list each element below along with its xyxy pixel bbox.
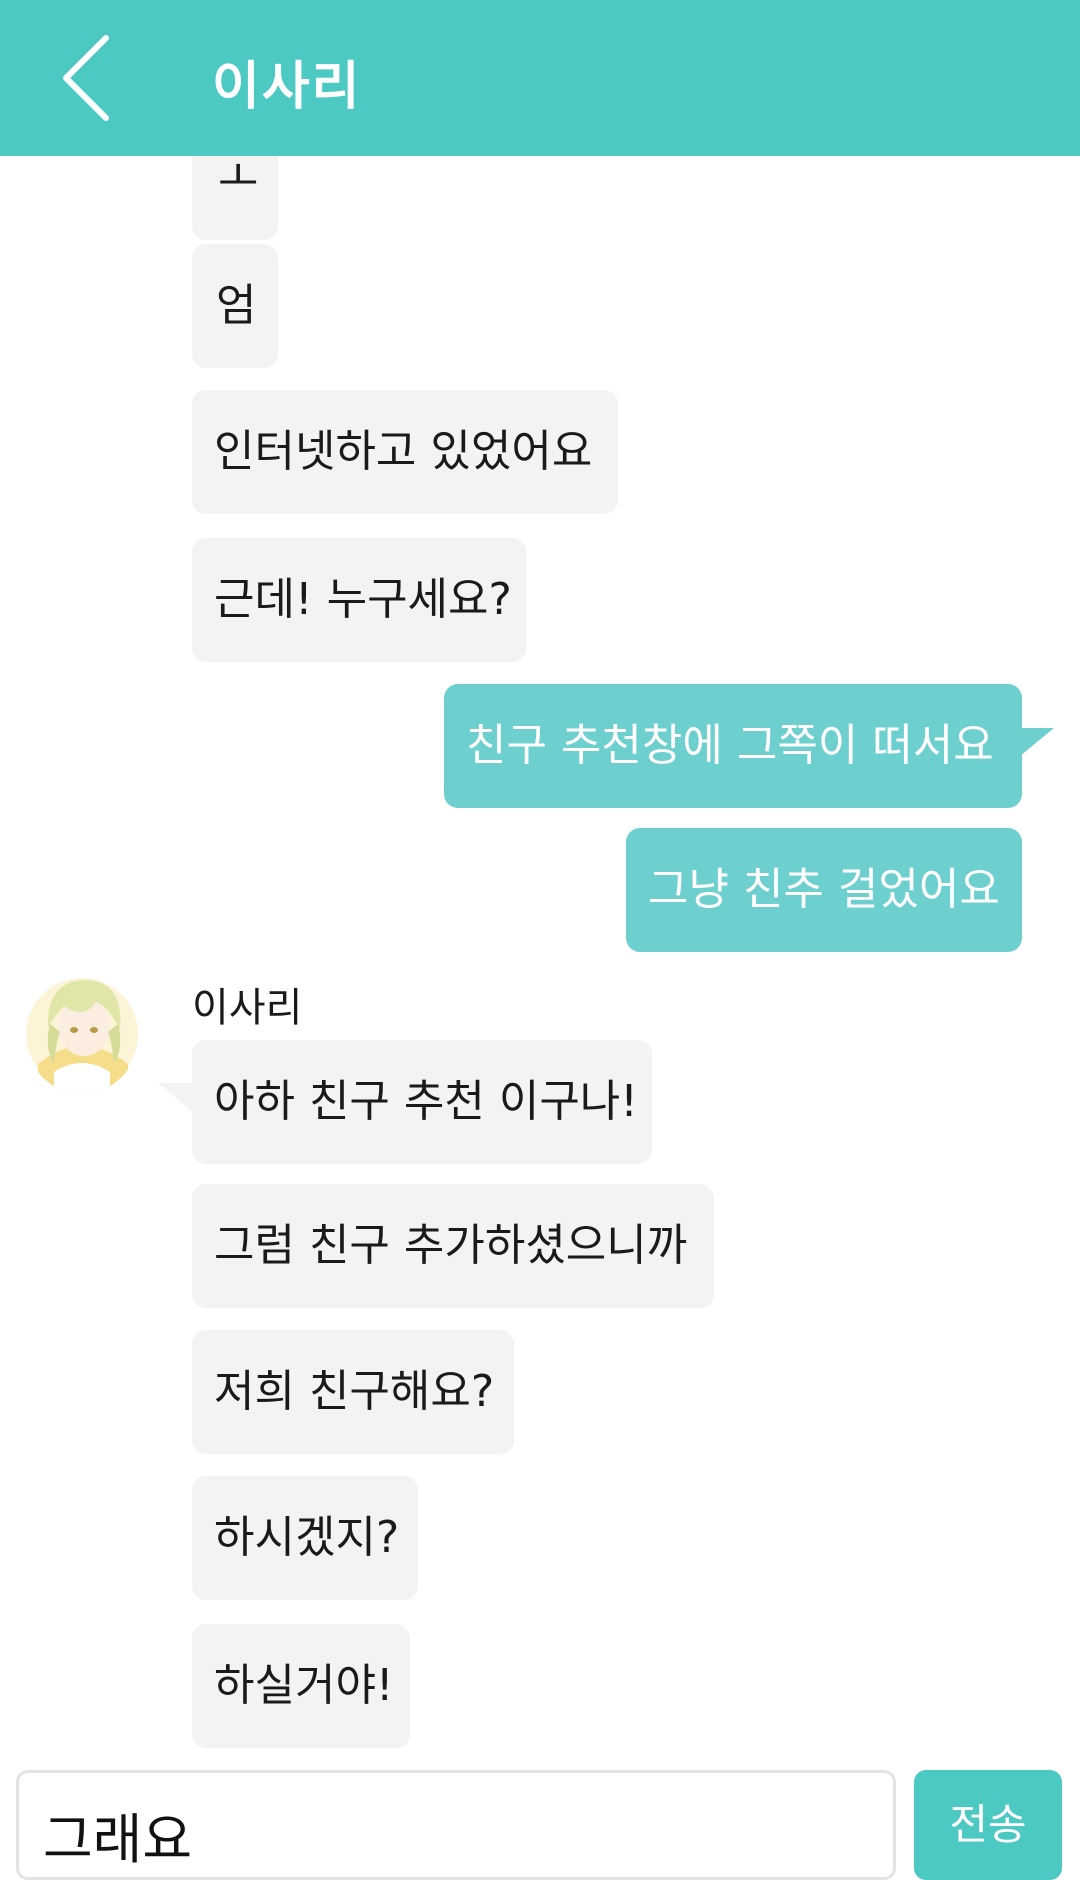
bubble-tail [158, 1083, 194, 1113]
message-bubble-outgoing: 그냥 친추 걸었어요 [626, 828, 1022, 952]
message-bubble-incoming: 저희 친구해요? [192, 1330, 514, 1454]
message-bubble-incoming: 엄 [192, 244, 278, 368]
chat-title: 이사리 [212, 57, 362, 117]
message-bubble-incoming: 인터넷하고 있었어요 [192, 390, 618, 514]
top-bar: 이사리 [0, 0, 1080, 156]
message-bubble-incoming: 아하 친구 추천 이구나! [192, 1040, 652, 1164]
message-bubble-incoming: 하실거야! [192, 1624, 410, 1748]
send-button[interactable]: 전송 [914, 1770, 1062, 1880]
message-input[interactable]: 그래요 [16, 1770, 896, 1880]
message-bubble-incoming: 하시겠지? [192, 1476, 418, 1600]
message-list[interactable]: ㅗ 엄 인터넷하고 있었어요 근데! 누구세요? 친구 추천창에 그쪽이 떠서요… [0, 156, 1080, 1770]
message-composer: 그래요 전송 [0, 1770, 1080, 1880]
message-bubble-outgoing: 친구 추천창에 그쪽이 떠서요 [444, 684, 1022, 808]
message-bubble-incoming: 그럼 친구 추가하셨으니까 [192, 1184, 714, 1308]
chevron-left-icon [63, 35, 109, 121]
message-bubble-incoming: ㅗ [192, 156, 278, 240]
back-button[interactable] [40, 22, 150, 134]
sender-name: 이사리 [192, 985, 303, 1031]
message-bubble-incoming: 근데! 누구세요? [192, 538, 526, 662]
sender-avatar[interactable] [24, 968, 140, 1094]
bubble-tail [1020, 728, 1054, 756]
avatar-illustration [24, 968, 140, 1094]
